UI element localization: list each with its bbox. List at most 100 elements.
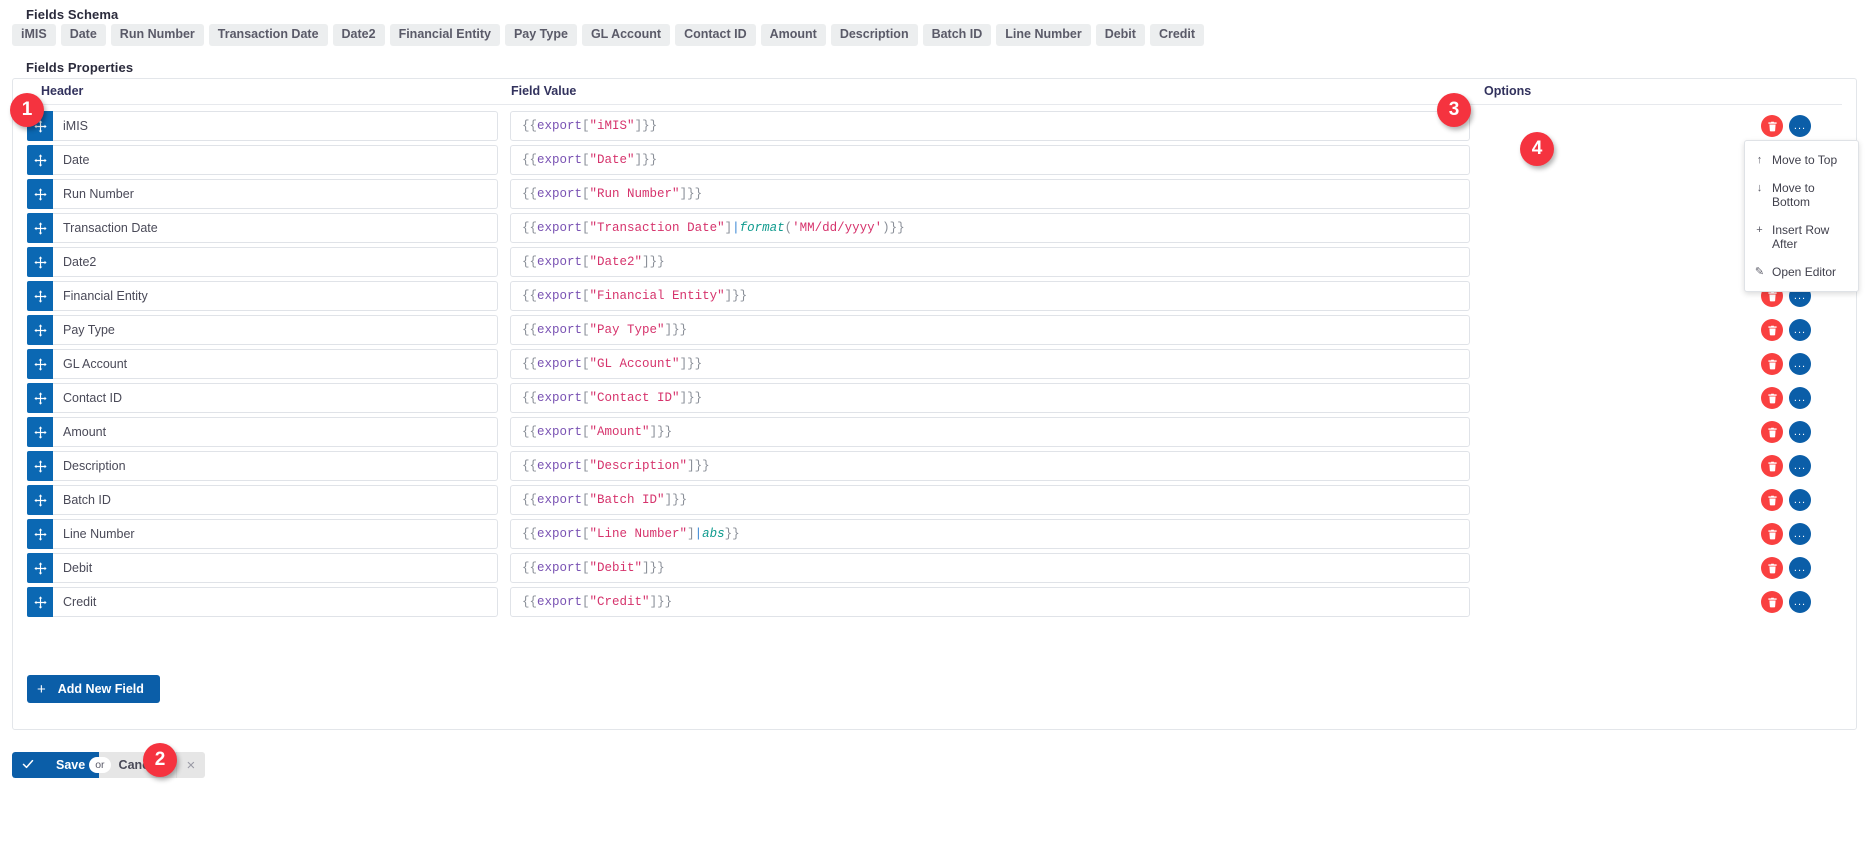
schema-badge: iMIS: [12, 24, 56, 46]
drag-handle-icon[interactable]: [27, 213, 53, 243]
table-row: Financial Entity {{ export["Financial Ent…: [13, 281, 1856, 315]
column-header-value: Field Value: [511, 84, 576, 98]
drag-handle-icon[interactable]: [27, 417, 53, 447]
menu-item-insert-row-after[interactable]: + Insert Row After: [1745, 216, 1858, 258]
field-value-input[interactable]: {{ export["Amount"] }}: [510, 417, 1470, 447]
header-input[interactable]: Pay Type: [53, 315, 498, 345]
header-input[interactable]: Run Number: [53, 179, 498, 209]
row-options-button[interactable]: ...: [1789, 115, 1811, 137]
field-value-input[interactable]: {{ export["Line Number"] | abs }}: [510, 519, 1470, 549]
table-row: Pay Type {{ export["Pay Type"] }}...: [13, 315, 1856, 349]
header-input[interactable]: Amount: [53, 417, 498, 447]
header-input[interactable]: GL Account: [53, 349, 498, 379]
field-value-input[interactable]: {{ export["Date"] }}: [510, 145, 1470, 175]
callout-badge-2: 2: [143, 743, 177, 777]
row-options-button[interactable]: ...: [1789, 455, 1811, 477]
header-input[interactable]: Date: [53, 145, 498, 175]
row-options-button[interactable]: ...: [1789, 591, 1811, 613]
drag-handle-icon[interactable]: [27, 145, 53, 175]
menu-item-move-to-bottom[interactable]: ↓Move to Bottom: [1745, 174, 1858, 216]
drag-handle-icon[interactable]: [27, 349, 53, 379]
row-options-button[interactable]: ...: [1789, 353, 1811, 375]
delete-row-button[interactable]: [1761, 421, 1783, 443]
column-header-header: Header: [41, 84, 83, 98]
field-value-input[interactable]: {{ export["iMIS"] }}: [510, 111, 1470, 141]
menu-item-move-to-top[interactable]: ↑Move to Top: [1745, 146, 1858, 174]
drag-handle-icon[interactable]: [27, 281, 53, 311]
drag-handle-icon[interactable]: [27, 451, 53, 481]
save-button[interactable]: Save: [12, 752, 99, 778]
header-input[interactable]: Description: [53, 451, 498, 481]
drag-handle-icon[interactable]: [27, 179, 53, 209]
header-input[interactable]: iMIS: [53, 111, 498, 141]
field-rows: iMIS {{ export["iMIS"] }}... Date {{ export…: [13, 111, 1856, 621]
or-separator: or: [89, 757, 110, 773]
schema-badge: Amount: [761, 24, 826, 46]
drag-handle-icon[interactable]: [27, 587, 53, 617]
column-header-row: Header Field Value Options: [27, 79, 1842, 105]
row-options-button[interactable]: ...: [1789, 557, 1811, 579]
schema-badge: Line Number: [996, 24, 1090, 46]
drag-handle-icon[interactable]: [27, 519, 53, 549]
field-value-input[interactable]: {{ export["GL Account"] }}: [510, 349, 1470, 379]
delete-row-button[interactable]: [1761, 387, 1783, 409]
delete-row-button[interactable]: [1761, 115, 1783, 137]
schema-badge: Contact ID: [675, 24, 756, 46]
add-new-field-button[interactable]: + Add New Field: [27, 675, 160, 703]
row-options-button[interactable]: ...: [1789, 319, 1811, 341]
delete-row-button[interactable]: [1761, 319, 1783, 341]
schema-badge: Date: [61, 24, 106, 46]
delete-row-button[interactable]: [1761, 523, 1783, 545]
field-value-input[interactable]: {{ export["Transaction Date"] | format('…: [510, 213, 1470, 243]
table-row: Line Number {{ export["Line Number"] | ab…: [13, 519, 1856, 553]
header-input[interactable]: Date2: [53, 247, 498, 277]
insert-row-after-icon: +: [1754, 223, 1765, 237]
save-label: Save: [56, 758, 85, 772]
table-row: Contact ID {{ export["Contact ID"] }}...: [13, 383, 1856, 417]
drag-handle-icon[interactable]: [27, 247, 53, 277]
table-row: Credit {{ export["Credit"] }}...: [13, 587, 1856, 621]
row-options-button[interactable]: ...: [1789, 387, 1811, 409]
delete-row-button[interactable]: [1761, 353, 1783, 375]
schema-badge: Batch ID: [923, 24, 992, 46]
drag-handle-icon[interactable]: [27, 485, 53, 515]
row-options-button[interactable]: ...: [1789, 421, 1811, 443]
row-options-menu: ↑Move to Top↓Move to Bottom + Insert Row A…: [1744, 140, 1859, 292]
field-value-input[interactable]: {{ export["Batch ID"] }}: [510, 485, 1470, 515]
header-input[interactable]: Credit: [53, 587, 498, 617]
header-input[interactable]: Transaction Date: [53, 213, 498, 243]
header-input[interactable]: Debit: [53, 553, 498, 583]
drag-handle-icon[interactable]: [27, 315, 53, 345]
fields-properties-title: Fields Properties: [0, 60, 133, 75]
schema-badge: Financial Entity: [390, 24, 500, 46]
header-input[interactable]: Contact ID: [53, 383, 498, 413]
field-value-input[interactable]: {{ export["Financial Entity"] }}: [510, 281, 1470, 311]
open-editor-icon: ✎: [1754, 265, 1765, 279]
callout-badge-1: 1: [10, 93, 44, 127]
row-options-button[interactable]: ...: [1789, 489, 1811, 511]
delete-row-button[interactable]: [1761, 557, 1783, 579]
menu-item-label: Insert Row After: [1772, 223, 1850, 251]
field-value-input[interactable]: {{ export["Contact ID"] }}: [510, 383, 1470, 413]
move-to-bottom-icon: ↓: [1754, 181, 1765, 195]
field-value-input[interactable]: {{ export["Pay Type"] }}: [510, 315, 1470, 345]
schema-badge: Pay Type: [505, 24, 577, 46]
header-input[interactable]: Batch ID: [53, 485, 498, 515]
menu-item-open-editor[interactable]: ✎Open Editor: [1745, 258, 1858, 286]
drag-handle-icon[interactable]: [27, 383, 53, 413]
table-row: Date{{ export["Date"] }}...: [13, 145, 1856, 179]
header-input[interactable]: Financial Entity: [53, 281, 498, 311]
field-value-input[interactable]: {{ export["Debit"] }}: [510, 553, 1470, 583]
field-value-input[interactable]: {{ export["Description"] }}: [510, 451, 1470, 481]
delete-row-button[interactable]: [1761, 455, 1783, 477]
row-options-button[interactable]: ...: [1789, 523, 1811, 545]
drag-handle-icon[interactable]: [27, 553, 53, 583]
close-icon[interactable]: ×: [176, 752, 206, 778]
add-new-field-label: Add New Field: [58, 682, 144, 696]
delete-row-button[interactable]: [1761, 591, 1783, 613]
field-value-input[interactable]: {{ export["Run Number"] }}: [510, 179, 1470, 209]
field-value-input[interactable]: {{ export["Date2"] }}: [510, 247, 1470, 277]
header-input[interactable]: Line Number: [53, 519, 498, 549]
delete-row-button[interactable]: [1761, 489, 1783, 511]
field-value-input[interactable]: {{ export["Credit"] }}: [510, 587, 1470, 617]
